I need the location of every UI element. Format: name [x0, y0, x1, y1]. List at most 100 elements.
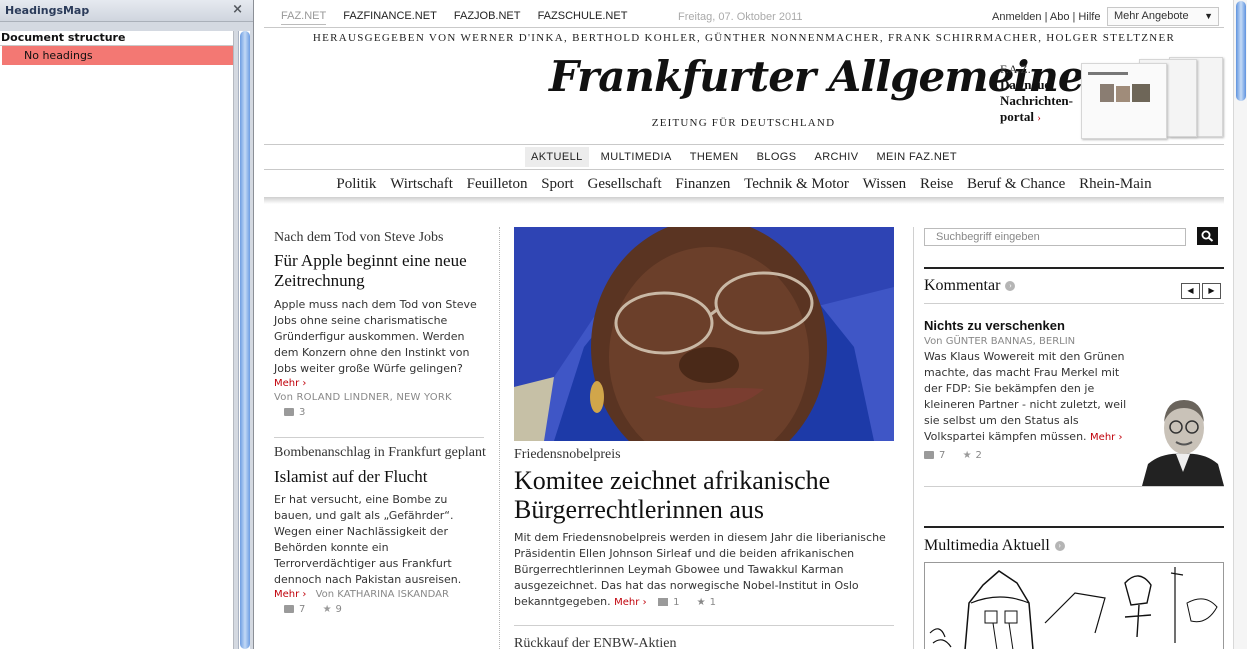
primary-nav: AKTUELL MULTIMEDIA THEMEN BLOGS ARCHIV MEIN F… [255, 147, 1233, 167]
more-label: Mehr [274, 589, 300, 600]
star-count: 2 [975, 450, 982, 461]
divider [264, 144, 1224, 145]
lead-headline[interactable]: Komitee zeichnet afrikanische Bürgerrech… [514, 466, 894, 524]
tab-archiv[interactable]: ARCHIV [808, 147, 864, 167]
section-nav: Politik Wirtschaft Feuilleton Sport Gese… [255, 176, 1233, 193]
nav-shadow [264, 197, 1224, 204]
sidebar-scrollbar[interactable] [238, 31, 250, 649]
more-link[interactable]: Mehr › [1090, 432, 1122, 443]
sidebar-scroll-thumb[interactable] [240, 31, 250, 649]
divider [264, 169, 1224, 170]
section-technik-motor[interactable]: Technik & Motor [744, 176, 849, 192]
promo-line3: portal [1000, 109, 1034, 124]
next-kicker[interactable]: Rückkauf der ENBW-Aktien [514, 634, 894, 649]
star-icon[interactable]: ★ [963, 450, 972, 461]
chevron-right-icon: › [1005, 281, 1016, 292]
article-byline: Von ROLAND LINDNER, NEW YORK [274, 392, 452, 403]
section-gesellschaft[interactable]: Gesellschaft [587, 176, 661, 192]
link-fazjob[interactable]: FAZJOB.NET [454, 10, 521, 22]
more-offers-label: Mehr Angebote [1114, 10, 1189, 22]
sidebar-panel: Document structure No headings [0, 31, 234, 649]
comment-byline: Von GÜNTER BANNAS, BERLIN [924, 336, 1076, 347]
article-teaser: Er hat versucht, eine Bombe zu bauen, un… [274, 493, 462, 586]
divider [274, 437, 484, 438]
tab-blogs[interactable]: BLOGS [751, 147, 803, 167]
multimedia-heading[interactable]: Multimedia Aktuell › [924, 537, 1224, 555]
carousel-controls: ◀ ▶ [1179, 278, 1221, 299]
comment-count: 7 [299, 604, 306, 615]
star-count: 9 [335, 604, 342, 615]
article-kicker: Nach dem Tod von Steve Jobs [274, 230, 444, 245]
comment-icon[interactable] [284, 605, 294, 613]
article-more-row: Mehr › Von KATHARINA ISKANDAR [274, 589, 486, 600]
section-beruf-chance[interactable]: Beruf & Chance [967, 176, 1065, 192]
article-teaser-text: Apple muss nach dem Tod von Steve Jobs o… [274, 298, 477, 375]
more-link[interactable]: Mehr › [274, 378, 486, 389]
article-meta: 7 ★ 9 [274, 604, 486, 615]
article-apple: Nach dem Tod von Steve Jobs Für Apple be… [274, 228, 486, 418]
section-rhein-main[interactable]: Rhein-Main [1079, 176, 1152, 192]
no-headings-row[interactable]: No headings [2, 46, 233, 65]
article-headline[interactable]: Islamist auf der Flucht [274, 467, 486, 487]
comment-teaser-text: Was Klaus Wowereit mit den Grünen machte… [924, 350, 1127, 443]
search-input[interactable]: Suchbegriff eingeben [924, 228, 1186, 246]
tab-multimedia[interactable]: MULTIMEDIA [595, 147, 678, 167]
more-offers-select[interactable]: Mehr Angebote ▼ [1107, 7, 1219, 26]
faz-page: FAZ.NET FAZFINANCE.NET FAZJOB.NET FAZSCH… [255, 0, 1233, 649]
search-icon [1201, 230, 1214, 242]
sidebar-title: HeadingsMap [5, 4, 90, 17]
comment-icon[interactable] [658, 598, 669, 606]
tab-themen[interactable]: THEMEN [684, 147, 745, 167]
page-scrollbar[interactable] [1233, 0, 1247, 649]
star-icon[interactable]: ★ [323, 604, 332, 615]
promo-kicker: F.A.Z. [1000, 62, 1031, 76]
lead-article: Friedensnobelpreis Komitee zeichnet afri… [514, 445, 894, 611]
link-fazfinance[interactable]: FAZFINANCE.NET [343, 10, 437, 22]
more-label: Mehr [274, 378, 300, 389]
current-date: Freitag, 07. Oktober 2011 [678, 11, 803, 23]
next-arrow-icon[interactable]: ▶ [1202, 283, 1221, 299]
tab-mein-faz[interactable]: MEIN FAZ.NET [870, 147, 963, 167]
chevron-down-icon: ▼ [1204, 11, 1213, 21]
comment-icon[interactable] [284, 408, 294, 416]
article-kicker: Bombenanschlag in Frankfurt geplant [274, 445, 486, 460]
chevron-right-icon: › [1037, 112, 1041, 124]
divider [264, 27, 1224, 28]
tab-aktuell[interactable]: AKTUELL [524, 147, 589, 167]
section-rule [924, 526, 1224, 528]
account-links[interactable]: Anmelden | Abo | Hilfe [992, 11, 1100, 23]
multimedia-label: Multimedia Aktuell [924, 537, 1050, 554]
article-meta: 3 [274, 407, 486, 418]
chevron-right-icon: › [1054, 541, 1065, 552]
section-wissen[interactable]: Wissen [863, 176, 907, 192]
comment-icon[interactable] [924, 451, 934, 459]
more-link[interactable]: Mehr › [274, 589, 306, 600]
document-structure-label: Document structure [0, 31, 233, 46]
lead-photo[interactable] [514, 227, 894, 441]
column-divider [913, 227, 914, 649]
section-feuilleton[interactable]: Feuilleton [467, 176, 528, 192]
article-islamist: Bombenanschlag in Frankfurt geplant Isla… [274, 443, 486, 615]
promo-newsportal[interactable]: F.A.Z. Das neue Nachrichten- portal › [1000, 61, 1073, 126]
lead-kicker: Friedensnobelpreis [514, 447, 621, 462]
cartoon-image[interactable] [924, 562, 1224, 649]
article-teaser: Apple muss nach dem Tod von Steve Jobs o… [274, 297, 486, 377]
author-portrait [1142, 392, 1224, 486]
section-sport[interactable]: Sport [541, 176, 574, 192]
promo-screenshots-image[interactable] [1081, 57, 1224, 139]
search-button[interactable] [1197, 227, 1218, 245]
close-icon[interactable]: × [232, 2, 243, 17]
page-scroll-thumb[interactable] [1236, 1, 1246, 101]
star-icon[interactable]: ★ [697, 597, 706, 608]
section-finanzen[interactable]: Finanzen [675, 176, 730, 192]
section-reise[interactable]: Reise [920, 176, 953, 192]
section-wirtschaft[interactable]: Wirtschaft [390, 176, 453, 192]
comment-headline[interactable]: Nichts zu verschenken [924, 318, 1139, 333]
kommentar-label: Kommentar [924, 277, 1001, 294]
more-link[interactable]: Mehr › [614, 597, 646, 608]
prev-arrow-icon[interactable]: ◀ [1181, 283, 1200, 299]
link-fazschule[interactable]: FAZSCHULE.NET [538, 10, 628, 22]
article-headline[interactable]: Für Apple beginnt eine neue Zeitrechnung [274, 251, 486, 291]
link-faz-net[interactable]: FAZ.NET [281, 10, 327, 25]
section-politik[interactable]: Politik [336, 176, 376, 192]
